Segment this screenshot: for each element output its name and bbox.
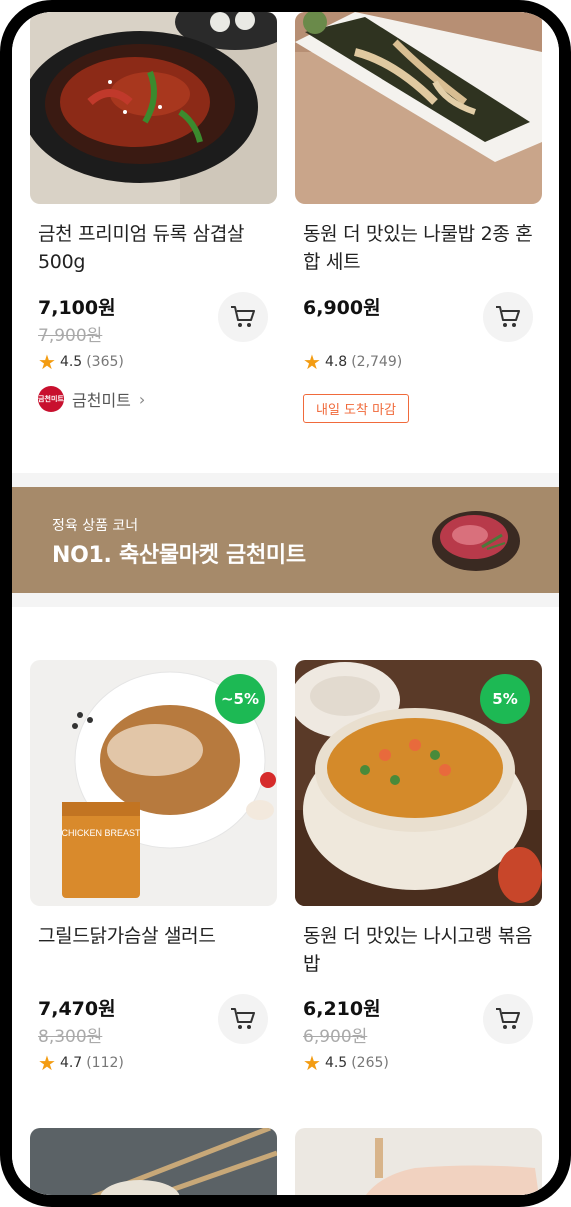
star-icon: ★ [303, 350, 321, 374]
product-original-price: 6,900원 [303, 1027, 368, 1047]
add-to-cart-button[interactable] [218, 292, 268, 342]
rating-value: 4.7 [59, 1055, 83, 1071]
cart-icon [231, 1008, 255, 1029]
rating-value: 4.5 [324, 1055, 348, 1071]
product-name[interactable]: 그릴드닭가슴살 샐러드 [38, 922, 278, 950]
product-image[interactable] [30, 1128, 277, 1195]
screen: 금천 프리미엄 듀록 삼겹살 500g 7,100원 7,900원 ★ 4.5 … [12, 12, 559, 1195]
seller-logo: 금천미트 [38, 386, 64, 412]
cart-icon [496, 1008, 520, 1029]
meat-image [432, 511, 520, 571]
phone-frame: 금천 프리미엄 듀록 삼겹살 500g 7,100원 7,900원 ★ 4.5 … [0, 0, 571, 1207]
chevron-right-icon: › [138, 389, 146, 409]
product-rating: ★ 4.8 (2,749) [303, 350, 403, 374]
add-to-cart-button[interactable] [483, 292, 533, 342]
review-count: (112) [86, 1055, 124, 1071]
star-icon: ★ [38, 350, 56, 374]
product-original-price: 8,300원 [38, 1027, 103, 1047]
product-image[interactable]: 5% [295, 660, 542, 906]
add-to-cart-button[interactable] [483, 994, 533, 1044]
product-image[interactable] [30, 12, 277, 204]
add-to-cart-button[interactable] [218, 994, 268, 1044]
banner-subtitle: 정육 상품 코너 [52, 518, 139, 534]
product-name[interactable]: 동원 더 맛있는 나물밥 2종 혼합 세트 [303, 220, 543, 276]
product-image[interactable] [295, 12, 542, 204]
product-image[interactable]: CHICKEN BREAST ~5% [30, 660, 277, 906]
review-count: (265) [351, 1055, 389, 1071]
product-rating: ★ 4.7 (112) [38, 1051, 124, 1075]
seller-banner[interactable]: 정육 상품 코너 NO1. 축산물마켓 금천미트 [12, 487, 559, 593]
discount-badge: ~5% [215, 674, 265, 724]
banner-title: NO1. 축산물마켓 금천미트 [52, 543, 306, 568]
product-original-price: 7,900원 [38, 326, 103, 346]
product-price: 6,210원 [303, 998, 381, 1020]
product-price: 7,470원 [38, 998, 116, 1020]
review-count: (2,749) [351, 354, 403, 370]
rating-value: 4.8 [324, 354, 348, 370]
cart-icon [231, 306, 255, 327]
cart-icon [496, 306, 520, 327]
review-count: (365) [86, 354, 124, 370]
package-label: CHICKEN BREAST [61, 828, 141, 838]
product-price: 6,900원 [303, 297, 381, 319]
star-icon: ★ [303, 1051, 321, 1075]
product-image[interactable] [295, 1128, 542, 1195]
section-divider [12, 473, 559, 487]
seller-link[interactable]: 금천미트 금천미트 › [38, 386, 145, 412]
product-rating: ★ 4.5 (265) [303, 1051, 389, 1075]
delivery-tag: 내일 도착 마감 [303, 394, 410, 423]
product-price: 7,100원 [38, 297, 116, 319]
product-rating: ★ 4.5 (365) [38, 350, 124, 374]
star-icon: ★ [38, 1051, 56, 1075]
section-divider [12, 593, 559, 607]
seller-name: 금천미트 [72, 391, 131, 410]
discount-badge: 5% [480, 674, 530, 724]
product-name[interactable]: 동원 더 맛있는 나시고랭 볶음밥 [303, 922, 543, 978]
rating-value: 4.5 [59, 354, 83, 370]
product-name[interactable]: 금천 프리미엄 듀록 삼겹살 500g [38, 220, 278, 276]
